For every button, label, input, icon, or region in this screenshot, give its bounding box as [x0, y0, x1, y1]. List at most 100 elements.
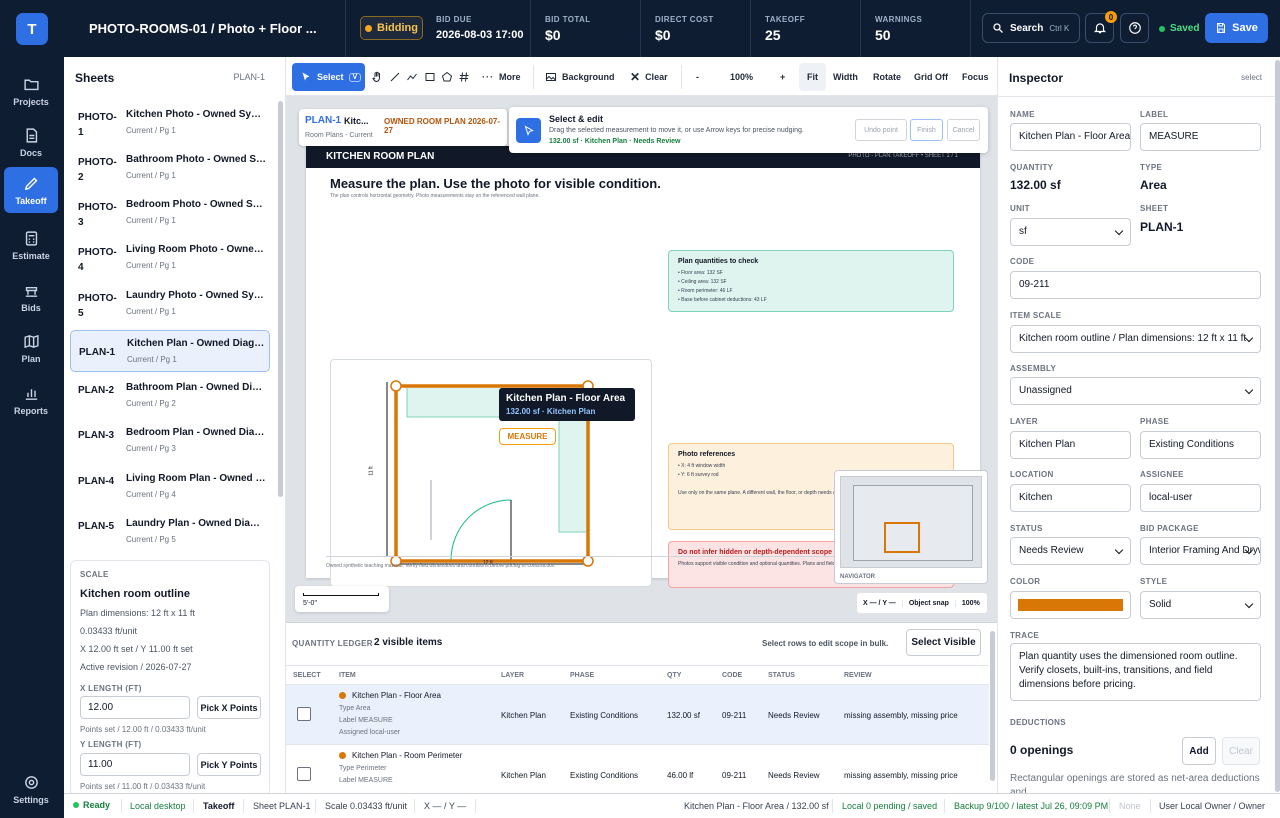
help-button[interactable]: [1120, 13, 1149, 43]
column-header[interactable]: CODE: [722, 672, 742, 679]
select-visible-button[interactable]: Select Visible: [906, 629, 981, 656]
style-select[interactable]: Solid: [1140, 591, 1261, 619]
layer-input[interactable]: Kitchen Plan: [1010, 431, 1131, 459]
line-tool-button[interactable]: [389, 63, 401, 91]
zoom-in-button[interactable]: +: [780, 63, 785, 91]
y-length-input[interactable]: 11.00: [80, 753, 190, 776]
vertex-handle[interactable]: [582, 555, 594, 567]
background-button[interactable]: Background: [545, 63, 615, 91]
table-row[interactable]: Kitchen Plan - Floor Area Type Area Labe…: [286, 685, 989, 745]
phase-input[interactable]: Existing Conditions: [1140, 431, 1261, 459]
clear-deductions-button[interactable]: Clear: [1222, 737, 1260, 765]
polygon-tool-button[interactable]: [441, 63, 453, 91]
grid-tool-button[interactable]: [458, 63, 470, 91]
add-deduction-button[interactable]: Add: [1182, 737, 1216, 765]
row-code: 09-211: [722, 771, 747, 780]
measure-label-tag[interactable]: MEASURE: [499, 428, 556, 445]
rectangle-tool-button[interactable]: [424, 63, 436, 91]
sheet-subtitle: Current / Pg 3: [126, 444, 176, 453]
undo-point-button[interactable]: Undo point: [855, 119, 907, 141]
sheet-item[interactable]: PHOTO-4 Living Room Photo - Owned Synthet…: [70, 237, 270, 279]
sheet-item[interactable]: PLAN-5 Laundry Plan - Owned Diagram Curren…: [70, 511, 270, 553]
plan-canvas[interactable]: KITCHEN ROOM PLAN PHOTO - PLAN TAKEOFF •…: [286, 96, 997, 622]
sheet-item[interactable]: PHOTO-5 Laundry Photo - Owned Synthetic Cu…: [70, 283, 270, 325]
zoom-out-button[interactable]: -: [696, 63, 699, 91]
inspector-scrollbar[interactable]: [1275, 60, 1280, 792]
sheet-subtitle: Current / Pg 4: [126, 490, 176, 499]
column-header[interactable]: LAYER: [501, 672, 524, 679]
select-tool-button[interactable]: Select V: [292, 63, 365, 91]
code-input[interactable]: 09-211: [1010, 271, 1261, 299]
item-scale-select[interactable]: Kitchen room outline / Plan dimensions: …: [1010, 325, 1261, 353]
project-title[interactable]: PHOTO-ROOMS-01 / Photo + Floor ...: [89, 21, 317, 36]
column-header[interactable]: PHASE: [570, 672, 594, 679]
unit-select[interactable]: sf: [1010, 218, 1131, 246]
finish-button[interactable]: Finish: [910, 119, 943, 141]
scale-ratio: 0.03433 ft/unit: [80, 626, 138, 636]
rail-item-takeoff[interactable]: Takeoff: [4, 167, 58, 213]
navigator-viewport[interactable]: [884, 522, 920, 553]
navigator-minimap[interactable]: NAVIGATOR: [834, 470, 988, 584]
column-header[interactable]: STATUS: [768, 672, 795, 679]
label-input[interactable]: MEASURE: [1140, 123, 1261, 151]
rail-item-reports[interactable]: Reports: [4, 377, 58, 423]
sheets-scrollbar[interactable]: [278, 101, 283, 497]
navigator-map[interactable]: [840, 476, 982, 568]
object-snap-toggle[interactable]: Object snap: [903, 599, 956, 607]
fit-button[interactable]: Fit: [799, 63, 826, 91]
sheet-item[interactable]: PHOTO-3 Bedroom Photo - Owned Synthetic Cu…: [70, 192, 270, 234]
sheet-item[interactable]: PLAN-2 Bathroom Plan - Owned Diagram Curre…: [70, 375, 270, 417]
more-tools-button[interactable]: ··· More: [482, 63, 521, 91]
x-length-input[interactable]: 12.00: [80, 696, 190, 719]
polyline-tool-button[interactable]: [406, 63, 418, 91]
vertex-handle[interactable]: [390, 380, 402, 392]
color-picker[interactable]: [1010, 591, 1131, 619]
rail-item-estimate[interactable]: Estimate: [4, 222, 58, 268]
pan-tool-button[interactable]: [371, 63, 383, 91]
column-header[interactable]: REVIEW: [844, 672, 872, 679]
sheet-footer: Owned synthetic teaching material. Verif…: [326, 563, 556, 569]
pick-y-points-button[interactable]: Pick Y Points: [197, 753, 261, 776]
search-button[interactable]: Search Ctrl K: [982, 13, 1080, 43]
bid-package-select[interactable]: Interior Framing And Drywall: [1140, 537, 1261, 565]
column-header[interactable]: ITEM: [339, 672, 356, 679]
plan-info-card[interactable]: PLAN-1 Kitc... OWNED ROOM PLAN 2026-07-2…: [299, 109, 507, 146]
sheet-item[interactable]: PLAN-1 Kitchen Plan - Owned Diagram Curren…: [70, 330, 270, 372]
sheet-item[interactable]: PLAN-4 Living Room Plan - Owned Diagram Cu…: [70, 466, 270, 508]
name-label: NAME: [1010, 110, 1035, 119]
rail-item-plan[interactable]: Plan: [4, 325, 58, 371]
grid-toggle-button[interactable]: Grid Off: [914, 63, 948, 91]
name-input[interactable]: Kitchen Plan - Floor Area: [1010, 123, 1131, 151]
status-select[interactable]: Needs Review: [1010, 537, 1131, 565]
sheet-code: PLAN-4: [78, 476, 115, 487]
location-input[interactable]: Kitchen: [1010, 484, 1131, 512]
ledger-scrollbar[interactable]: [990, 631, 995, 781]
column-header[interactable]: SELECT: [293, 672, 321, 679]
notifications-button[interactable]: 0: [1085, 11, 1117, 43]
row-checkbox[interactable]: [297, 767, 311, 781]
assembly-select[interactable]: Unassigned: [1010, 377, 1261, 405]
app-logo[interactable]: T: [16, 13, 48, 45]
sheet-item[interactable]: PHOTO-2 Bathroom Photo - Owned Synthetic C…: [70, 147, 270, 189]
row-checkbox[interactable]: [297, 707, 311, 721]
trace-textarea[interactable]: Plan quantity uses the dimensioned room …: [1010, 643, 1261, 701]
backup-status: Backup 9/100 / latest Jul 26, 09:09 PM: [954, 801, 1109, 811]
save-button[interactable]: Save: [1205, 13, 1268, 43]
cancel-button[interactable]: Cancel: [947, 119, 980, 141]
divider: [640, 0, 641, 57]
pick-x-points-button[interactable]: Pick X Points: [197, 696, 261, 719]
polyline-icon: [407, 73, 417, 81]
sheet-item[interactable]: PHOTO-1 Kitchen Photo - Owned Synthetic Cu…: [70, 102, 270, 144]
rail-item-settings[interactable]: Settings: [4, 766, 58, 812]
rotate-button[interactable]: Rotate: [873, 63, 901, 91]
rail-item-bids[interactable]: Bids: [4, 274, 58, 320]
column-header[interactable]: QTY: [667, 672, 681, 679]
sheet-item[interactable]: PLAN-3 Bedroom Plan - Owned Diagram Curren…: [70, 420, 270, 462]
assignee-input[interactable]: local-user: [1140, 484, 1261, 512]
focus-button[interactable]: Focus: [962, 63, 989, 91]
fit-width-button[interactable]: Width: [833, 63, 858, 91]
clear-button[interactable]: ✕ Clear: [630, 63, 668, 91]
rail-item-docs[interactable]: Docs: [4, 119, 58, 165]
rail-item-projects[interactable]: Projects: [4, 68, 58, 114]
more-icon: ···: [482, 72, 494, 82]
